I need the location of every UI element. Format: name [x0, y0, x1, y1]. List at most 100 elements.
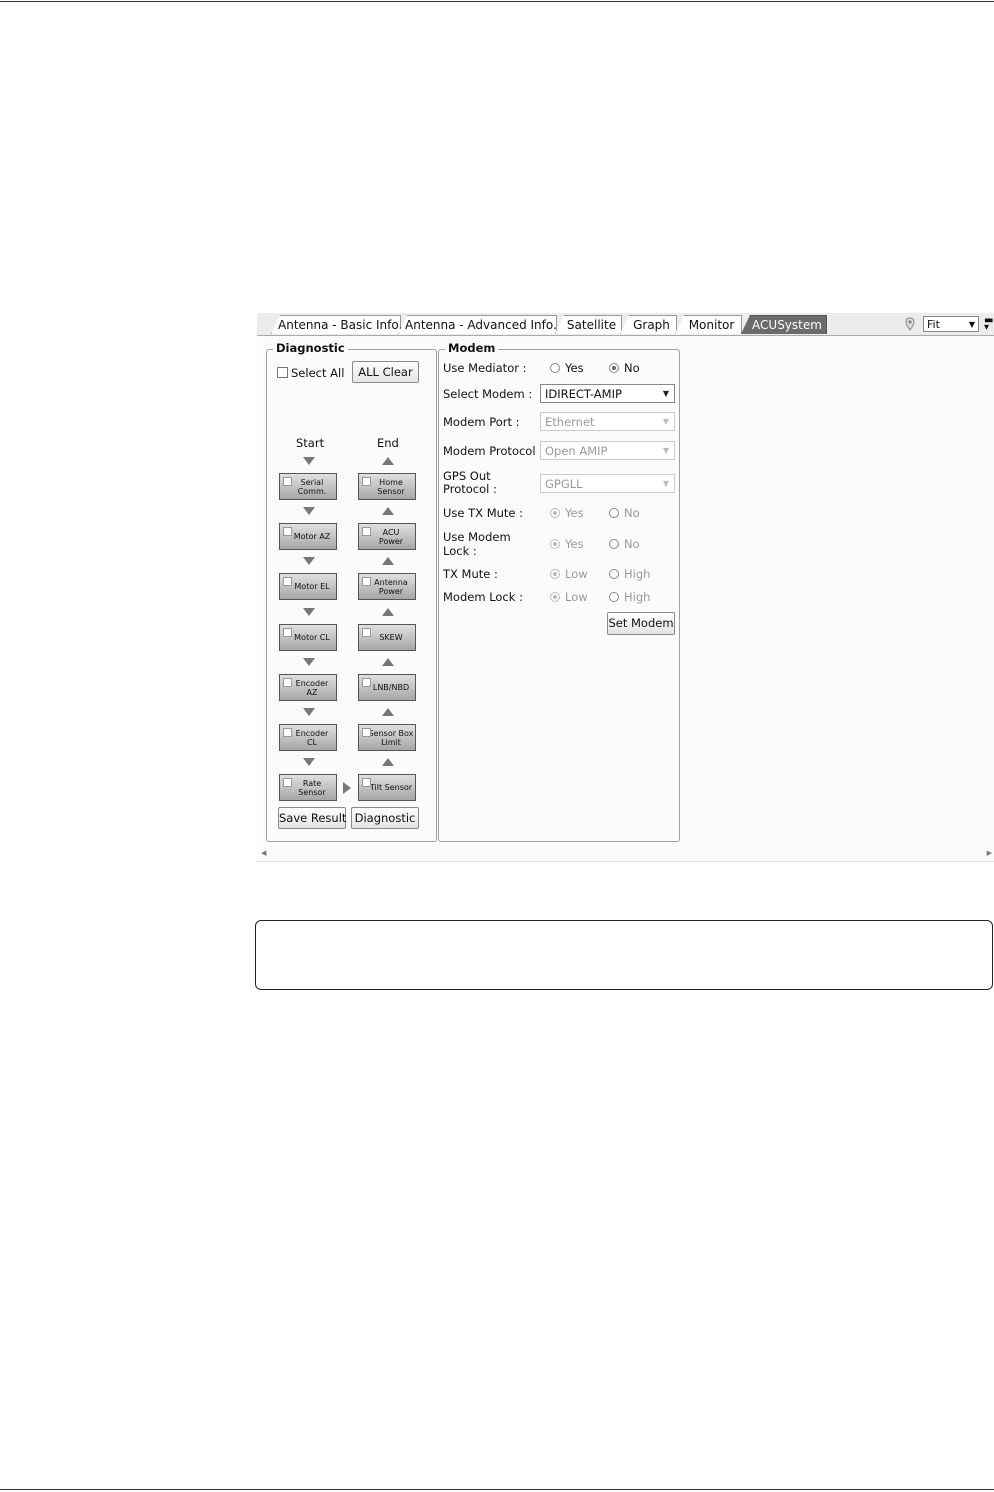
start-step-box-checkbox[interactable] — [283, 778, 292, 787]
end-step-box-checkbox[interactable] — [362, 477, 371, 486]
scroll-left-icon[interactable]: ◀ — [261, 849, 266, 857]
arrow-down-icon — [303, 608, 315, 616]
use-mediator-yes-radio[interactable] — [550, 363, 560, 373]
modem-port-dropdown[interactable]: Ethernet ▼ — [540, 412, 675, 431]
start-step-box[interactable]: Motor AZ — [279, 523, 337, 550]
use-tx-mute-no-label: No — [624, 506, 640, 520]
tx-mute-high-label: High — [624, 567, 651, 581]
select-modem-dropdown[interactable]: IDIRECT-AMIP ▼ — [540, 384, 675, 403]
arrow-down-icon — [303, 658, 315, 666]
start-step-box[interactable]: Encoder AZ — [279, 674, 337, 701]
select-all-checkbox[interactable] — [277, 367, 288, 378]
end-step-box-label: LNB/NBD — [372, 683, 410, 692]
tx-mute-label: TX Mute : — [443, 567, 498, 581]
chevron-down-icon: ▼ — [662, 389, 669, 398]
use-tx-mute-label: Use TX Mute : — [443, 506, 524, 520]
end-step-box-checkbox[interactable] — [362, 728, 371, 737]
select-all-label: Select All — [291, 366, 345, 380]
use-tx-mute-no-radio[interactable] — [609, 508, 619, 518]
end-step-box-checkbox[interactable] — [362, 678, 371, 687]
note-box — [255, 920, 993, 990]
end-step-box[interactable]: Antenna Power — [358, 573, 416, 600]
tab-strip: Antenna - Basic Info. Antenna - Advanced… — [257, 313, 994, 336]
end-step-box[interactable]: Tilt Sensor — [358, 774, 416, 801]
map-pin-icon[interactable] — [905, 317, 915, 331]
start-step-box[interactable]: Serial Comm. — [279, 473, 337, 500]
use-mediator-no-label: No — [624, 361, 640, 375]
end-step-box[interactable]: LNB/NBD — [358, 674, 416, 701]
end-step-box-checkbox[interactable] — [362, 778, 371, 787]
start-step-box[interactable]: Rate Sensor — [279, 774, 337, 801]
use-mediator-no-radio[interactable] — [609, 363, 619, 373]
start-step-box[interactable]: Encoder CL — [279, 724, 337, 751]
arrow-up-icon — [382, 457, 394, 465]
end-step-box-checkbox[interactable] — [362, 577, 371, 586]
chevron-down-icon: ▼ — [968, 320, 975, 329]
start-step-box[interactable]: Motor CL — [279, 624, 337, 651]
start-step-box-checkbox[interactable] — [283, 477, 292, 486]
use-modem-lock-label: Use Modem Lock : — [443, 530, 511, 558]
start-step-box-checkbox[interactable] — [283, 527, 292, 536]
arrow-down-icon — [303, 507, 315, 515]
start-step-box-label: Serial Comm. — [297, 477, 327, 496]
end-step-box-checkbox[interactable] — [362, 527, 371, 536]
use-modem-lock-yes-radio[interactable] — [550, 539, 560, 549]
tab-antenna-advanced-info[interactable]: Antenna - Advanced Info. — [398, 315, 557, 334]
start-step-box-checkbox[interactable] — [283, 728, 292, 737]
menu-more-icon[interactable]: ▬ ▾ — [984, 316, 993, 333]
start-step-box[interactable]: Motor EL — [279, 573, 337, 600]
use-mediator-label: Use Mediator : — [443, 361, 527, 375]
start-step-box-checkbox[interactable] — [283, 628, 292, 637]
tab-graph[interactable]: Graph — [620, 315, 677, 334]
tab-acusystem[interactable]: ACUSystem — [741, 315, 827, 334]
use-tx-mute-yes-label: Yes — [565, 506, 584, 520]
end-step-box[interactable]: SKEW — [358, 624, 416, 651]
end-step-box[interactable]: Sensor Box Limit — [358, 724, 416, 751]
end-label: End — [377, 436, 399, 450]
modem-legend: Modem — [445, 341, 499, 355]
modem-protocol-dropdown[interactable]: Open AMIP ▼ — [540, 441, 675, 460]
end-step-box-label: Home Sensor — [377, 477, 405, 496]
select-modem-label: Select Modem : — [443, 387, 533, 401]
tab-satellite[interactable]: Satellite — [555, 315, 622, 334]
arrow-up-icon — [382, 758, 394, 766]
tab-antenna-basic-info[interactable]: Antenna - Basic Info. — [271, 315, 401, 334]
start-step-box-label: Motor AZ — [293, 532, 331, 541]
scroll-right-icon[interactable]: ▶ — [987, 849, 992, 857]
arrow-down-icon — [303, 457, 315, 465]
arrow-down-icon — [303, 758, 315, 766]
modem-lock-label: Modem Lock : — [443, 590, 523, 604]
diagnostic-button[interactable]: Diagnostic — [351, 807, 419, 829]
modem-lock-low-label: Low — [565, 590, 588, 604]
save-result-button[interactable]: Save Result — [278, 807, 346, 829]
tx-mute-high-radio[interactable] — [609, 569, 619, 579]
top-rule — [0, 1, 994, 2]
arrow-up-icon — [382, 608, 394, 616]
use-modem-lock-no-radio[interactable] — [609, 539, 619, 549]
diagnostic-legend: Diagnostic — [273, 341, 348, 355]
gps-out-protocol-value: GPGLL — [545, 477, 583, 491]
modem-lock-high-radio[interactable] — [609, 592, 619, 602]
set-modem-button[interactable]: Set Modem — [607, 612, 675, 635]
end-step-box-checkbox[interactable] — [362, 628, 371, 637]
tab-monitor[interactable]: Monitor — [675, 315, 742, 334]
end-step-box[interactable]: Home Sensor — [358, 473, 416, 500]
start-step-box-checkbox[interactable] — [283, 577, 292, 586]
start-step-box-checkbox[interactable] — [283, 678, 292, 687]
start-step-box-label: Motor EL — [294, 582, 330, 591]
arrow-down-icon — [303, 708, 315, 716]
tx-mute-low-radio[interactable] — [550, 569, 560, 579]
arrow-right-icon — [343, 782, 351, 794]
use-tx-mute-yes-radio[interactable] — [550, 508, 560, 518]
modem-port-value: Ethernet — [545, 415, 595, 429]
zoom-select[interactable]: Fit ▼ — [923, 316, 979, 332]
all-clear-button[interactable]: ALL Clear — [352, 361, 419, 383]
zoom-value: Fit — [927, 318, 940, 331]
modem-lock-low-radio[interactable] — [550, 592, 560, 602]
end-step-box[interactable]: ACU Power — [358, 523, 416, 550]
modem-protocol-value: Open AMIP — [545, 444, 608, 458]
arrow-up-icon — [382, 658, 394, 666]
gps-out-protocol-dropdown[interactable]: GPGLL ▼ — [540, 474, 675, 493]
arrow-up-icon — [382, 708, 394, 716]
use-modem-lock-yes-label: Yes — [565, 537, 584, 551]
